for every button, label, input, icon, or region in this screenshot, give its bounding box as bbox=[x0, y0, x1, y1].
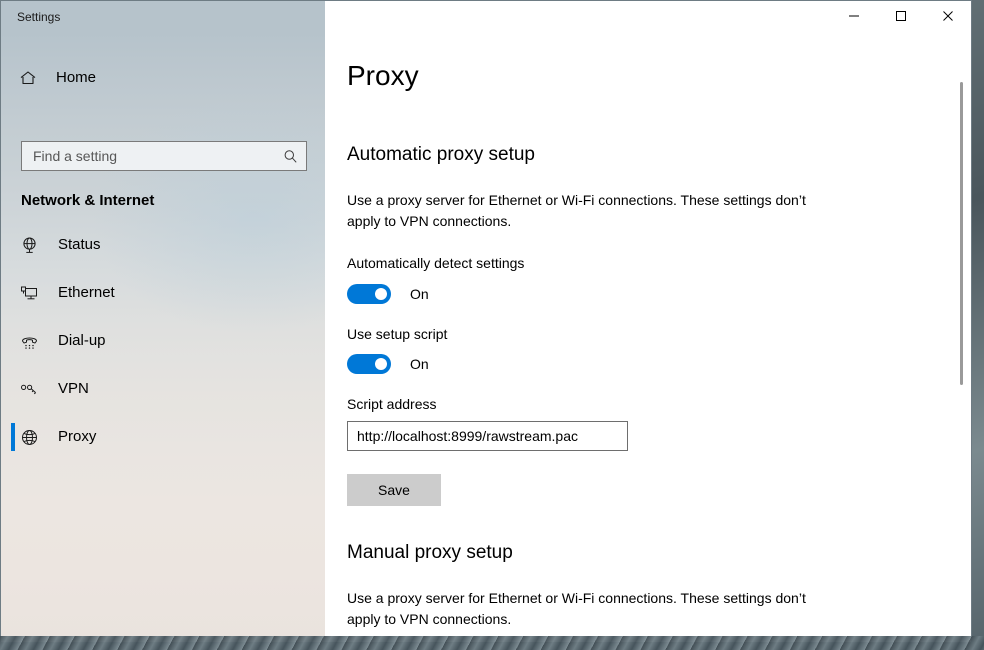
save-button[interactable]: Save bbox=[347, 474, 441, 506]
monitor-icon bbox=[18, 282, 40, 304]
toggle-knob bbox=[375, 358, 387, 370]
script-address-input[interactable] bbox=[348, 422, 627, 450]
content-scrollbar[interactable] bbox=[957, 33, 967, 642]
window-title: Settings bbox=[17, 10, 61, 24]
minimize-button[interactable] bbox=[831, 1, 877, 31]
automatic-proxy-heading: Automatic proxy setup bbox=[347, 144, 535, 165]
sidebar-item-status[interactable]: Status bbox=[1, 229, 325, 261]
globe-icon bbox=[18, 426, 40, 448]
globe-status-icon bbox=[18, 234, 40, 256]
use-setup-script-label: Use setup script bbox=[347, 326, 448, 342]
sidebar-item-label: Status bbox=[58, 236, 101, 253]
automatic-proxy-description: Use a proxy server for Ethernet or Wi-Fi… bbox=[347, 192, 806, 229]
manual-proxy-description: Use a proxy server for Ethernet or Wi-Fi… bbox=[347, 590, 806, 627]
search-box[interactable] bbox=[21, 141, 307, 171]
close-icon bbox=[942, 10, 954, 22]
sidebar-item-label: VPN bbox=[58, 380, 89, 397]
auto-detect-label: Automatically detect settings bbox=[347, 255, 525, 271]
settings-window: Settings Home Find a setting Network & I… bbox=[0, 0, 972, 643]
close-button[interactable] bbox=[925, 1, 971, 31]
desktop-background: Settings Home Find a setting Network & I… bbox=[0, 0, 984, 650]
auto-detect-toggle[interactable] bbox=[347, 284, 391, 304]
settings-sidebar: Home Network & Internet bbox=[1, 33, 325, 642]
script-address-label: Script address bbox=[347, 396, 437, 412]
sidebar-item-dialup[interactable]: Dial-up bbox=[1, 325, 325, 357]
maximize-button[interactable] bbox=[878, 1, 924, 31]
window-titlebar: Settings bbox=[1, 1, 971, 33]
sidebar-item-label: Ethernet bbox=[58, 284, 115, 301]
script-address-field[interactable] bbox=[347, 421, 628, 451]
vpn-key-icon bbox=[18, 378, 40, 400]
scrollbar-thumb[interactable] bbox=[960, 82, 963, 385]
maximize-icon bbox=[895, 10, 907, 22]
sidebar-item-proxy[interactable]: Proxy bbox=[1, 421, 325, 453]
manual-proxy-heading: Manual proxy setup bbox=[347, 542, 513, 563]
sidebar-home-label: Home bbox=[56, 69, 97, 86]
page-title: Proxy bbox=[347, 60, 419, 91]
toggle-knob bbox=[375, 288, 387, 300]
use-setup-script-state: On bbox=[410, 356, 429, 372]
use-setup-script-toggle-row: On bbox=[347, 353, 429, 375]
sidebar-item-label: Dial-up bbox=[58, 332, 106, 349]
home-icon bbox=[18, 68, 38, 88]
search-icon bbox=[277, 143, 303, 169]
sidebar-item-label: Proxy bbox=[58, 428, 97, 445]
settings-content-pane: Proxy Automatic proxy setup Use a proxy … bbox=[325, 33, 971, 642]
sidebar-nav-list: Status Ethernet Dial-up VPN Proxy bbox=[1, 229, 325, 469]
phone-dial-icon bbox=[18, 330, 40, 352]
auto-detect-state: On bbox=[410, 286, 429, 302]
minimize-icon bbox=[848, 10, 860, 22]
use-setup-script-toggle[interactable] bbox=[347, 354, 391, 374]
sidebar-item-vpn[interactable]: VPN bbox=[1, 373, 325, 405]
search-input[interactable] bbox=[22, 143, 277, 169]
sidebar-item-ethernet[interactable]: Ethernet bbox=[1, 277, 325, 309]
sidebar-item-home[interactable]: Home bbox=[1, 63, 325, 93]
auto-detect-toggle-row: On bbox=[347, 283, 429, 305]
sidebar-category-title: Network & Internet bbox=[21, 192, 155, 209]
selection-accent-bar bbox=[11, 423, 15, 451]
